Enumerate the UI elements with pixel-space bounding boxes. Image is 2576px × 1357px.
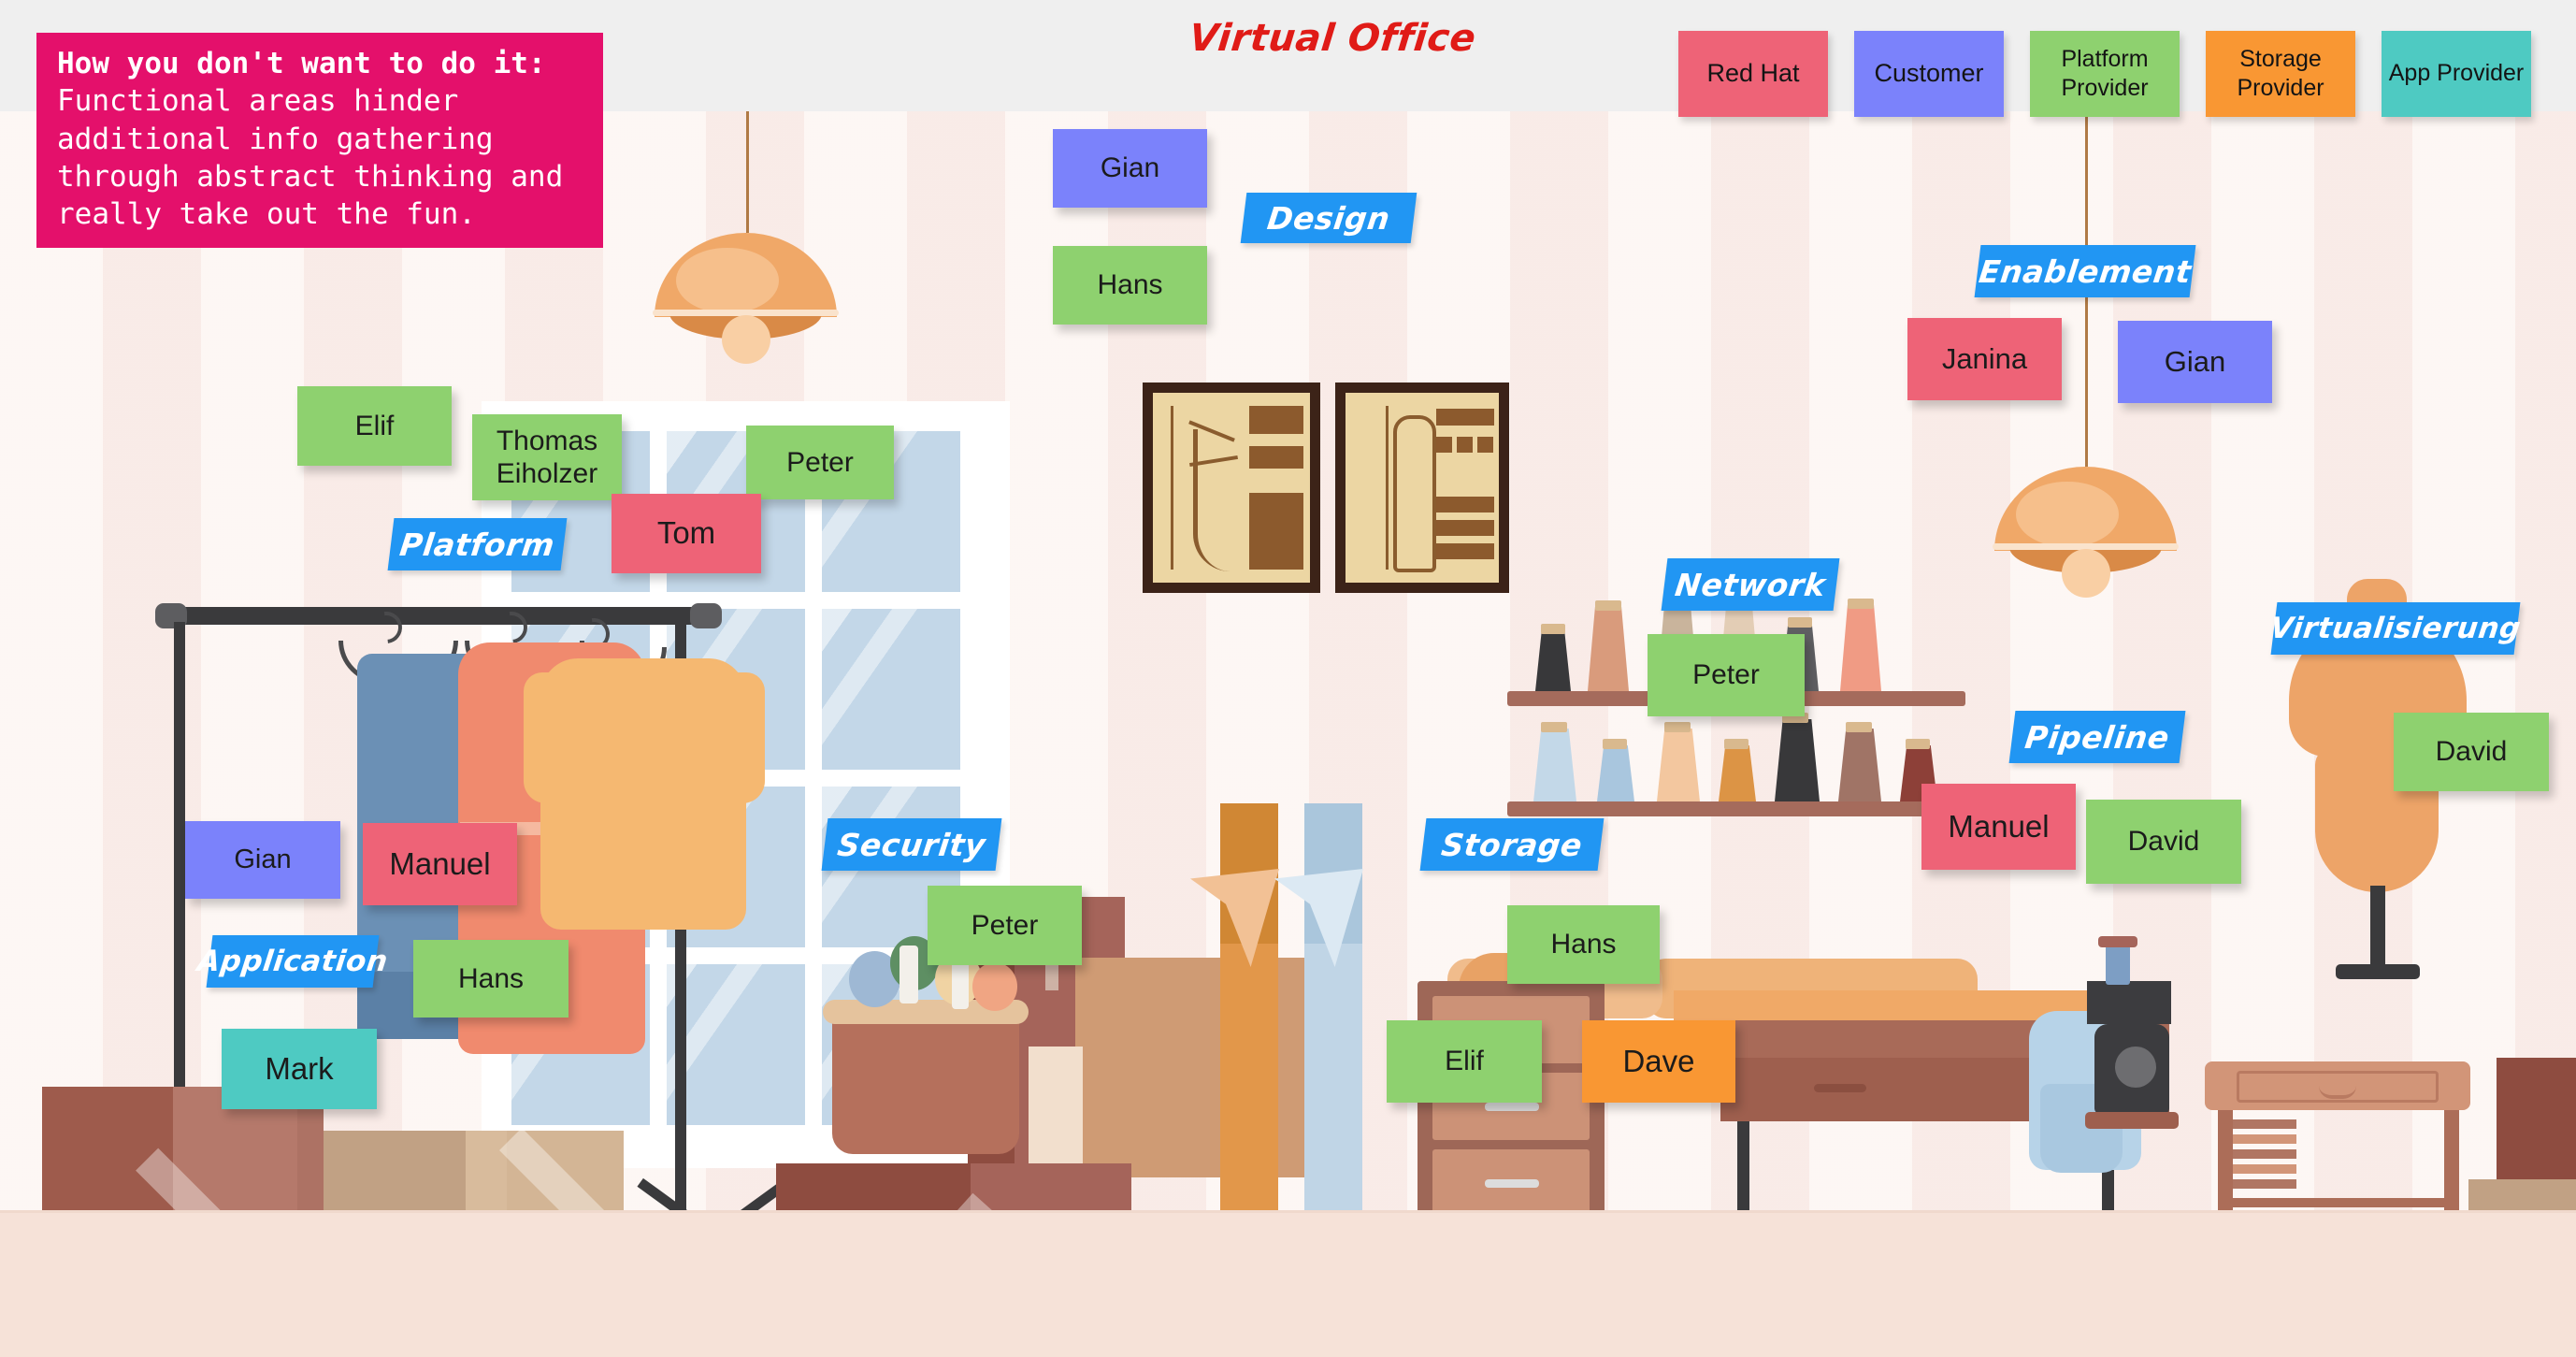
sticky-note-elif-platform[interactable]: Elif — [297, 386, 452, 466]
area-label-text: Network — [1673, 566, 1828, 603]
sticky-note-hans-application[interactable]: Hans — [413, 940, 568, 1018]
floor — [0, 1210, 2576, 1357]
legend: Red Hat Customer Platform Provider Stora… — [1678, 31, 2531, 117]
area-label-text: Pipeline — [2022, 718, 2172, 756]
note-text: Peter — [786, 446, 854, 478]
note-text: Elif — [1445, 1046, 1484, 1077]
note-text: Manuel — [1948, 808, 2050, 844]
legend-label: Storage Provider — [2237, 45, 2324, 101]
sticky-note-gian-application[interactable]: Gian — [185, 821, 340, 899]
virtual-office-board: Virtual Office Red Hat Customer Platform… — [0, 0, 2576, 1357]
sticky-note-david-virtualisierung[interactable]: David — [2394, 713, 2549, 791]
callout-line-1: Functional areas hinder — [57, 84, 459, 119]
area-label-text: Virtualisierung — [2267, 612, 2524, 645]
note-text: Hans — [1097, 269, 1163, 301]
area-label-text: Application — [195, 945, 390, 978]
floor-edge — [0, 1210, 2576, 1213]
callout-box: How you don't want to do it: Functional … — [36, 33, 603, 249]
callout-line-2: additional info gathering — [57, 122, 494, 156]
sticky-note-tom[interactable]: Tom — [612, 494, 761, 573]
note-text: David — [2127, 826, 2200, 858]
note-text: Dave — [1622, 1043, 1695, 1078]
legend-item-customer[interactable]: Customer — [1854, 31, 2004, 117]
legend-label: Customer — [1874, 59, 1984, 88]
note-text: David — [2435, 736, 2508, 768]
area-label-text: Platform — [397, 526, 557, 563]
area-label-design[interactable]: Design — [1240, 193, 1418, 243]
sticky-note-hans-storage[interactable]: Hans — [1507, 905, 1660, 984]
note-text: Tom — [656, 515, 716, 551]
note-text: Peter — [971, 909, 1039, 941]
note-text: Hans — [1550, 929, 1617, 960]
sticky-note-elif-storage[interactable]: Elif — [1387, 1020, 1542, 1103]
note-text: Mark — [265, 1050, 334, 1086]
area-label-text: Security — [835, 826, 988, 863]
callout-line-4: really take out the fun. — [57, 197, 476, 232]
note-text: Elif — [354, 410, 395, 441]
note-text: Thomas Eiholzer — [496, 425, 598, 489]
page-title: Virtual Office — [1187, 17, 1478, 60]
area-label-application[interactable]: Application — [195, 935, 390, 988]
note-text: Peter — [1692, 659, 1760, 691]
area-label-text: Storage — [1439, 826, 1585, 863]
sticky-note-peter-platform[interactable]: Peter — [746, 426, 894, 499]
area-label-network[interactable]: Network — [1661, 558, 1840, 611]
sticky-note-hans-design[interactable]: Hans — [1053, 246, 1207, 325]
area-label-text: Design — [1265, 199, 1392, 237]
note-text: Manuel — [389, 845, 491, 881]
legend-item-app-provider[interactable]: App Provider — [2382, 31, 2531, 117]
callout-line-3: through abstract thinking and — [57, 159, 564, 194]
area-label-enablement[interactable]: Enablement — [1974, 245, 2196, 297]
area-label-platform[interactable]: Platform — [387, 518, 568, 570]
legend-label: Platform Provider — [2061, 45, 2149, 101]
area-label-storage[interactable]: Storage — [1419, 818, 1605, 871]
note-text: Gian — [234, 845, 292, 875]
sticky-note-gian-enablement[interactable]: Gian — [2118, 321, 2272, 403]
sticky-note-mark[interactable]: Mark — [222, 1029, 377, 1109]
legend-label: App Provider — [2388, 60, 2525, 87]
note-text: Gian — [1100, 152, 1160, 184]
sticky-note-manuel-pipeline[interactable]: Manuel — [1921, 784, 2076, 870]
area-label-pipeline[interactable]: Pipeline — [2008, 711, 2186, 763]
sticky-note-david-pipeline[interactable]: David — [2086, 800, 2241, 884]
legend-item-red-hat[interactable]: Red Hat — [1678, 31, 1828, 117]
sticky-note-peter-security[interactable]: Peter — [928, 886, 1082, 965]
note-text: Gian — [2164, 344, 2226, 378]
legend-item-storage-provider[interactable]: Storage Provider — [2206, 31, 2355, 117]
sticky-note-peter-network[interactable]: Peter — [1648, 634, 1805, 716]
sticky-note-dave[interactable]: Dave — [1582, 1020, 1735, 1103]
note-text: Hans — [457, 962, 525, 994]
area-label-security[interactable]: Security — [821, 818, 1002, 871]
callout-heading: How you don't want to do it: — [57, 47, 546, 80]
area-label-text: Enablement — [1977, 253, 2194, 290]
sticky-note-manuel-application[interactable]: Manuel — [363, 823, 517, 905]
sticky-note-janina[interactable]: Janina — [1907, 318, 2062, 400]
note-text: Janina — [1941, 341, 2028, 375]
sticky-note-gian-design[interactable]: Gian — [1053, 129, 1207, 208]
area-label-virtualisierung[interactable]: Virtualisierung — [2267, 602, 2524, 655]
legend-item-platform-provider[interactable]: Platform Provider — [2030, 31, 2180, 117]
sticky-note-thomas-eiholzer[interactable]: Thomas Eiholzer — [472, 414, 622, 500]
legend-label: Red Hat — [1706, 59, 1800, 88]
